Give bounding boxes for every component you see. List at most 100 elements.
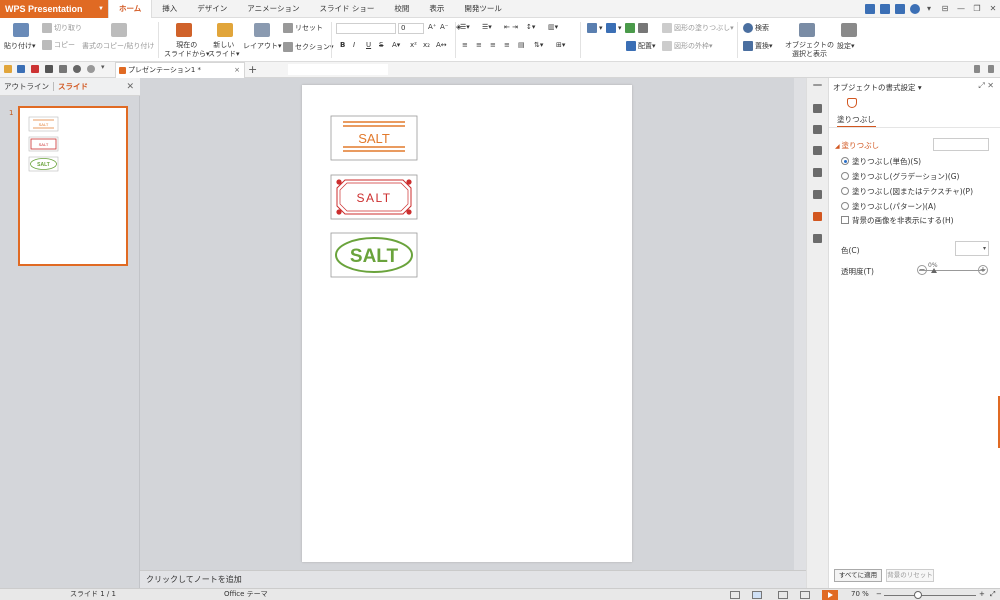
restore-layout-icon[interactable]: ⊟ [938, 2, 952, 16]
more-icon[interactable] [813, 84, 822, 86]
pane-title[interactable]: オブジェクトの書式設定 ▾ [833, 82, 922, 93]
salt-label-orange[interactable]: SALT [330, 115, 418, 161]
apply-to-all-button[interactable]: すべてに適用 [834, 569, 882, 582]
slide-thumbnail[interactable]: SALT SALT SALT [18, 106, 128, 266]
fill-option-gradient[interactable]: 塗りつぶし(グラデーション)(G) [841, 171, 959, 182]
notes-pane[interactable]: クリックしてノートを追加 [140, 570, 806, 588]
tab-home[interactable]: ホーム [108, 0, 153, 18]
help-icon[interactable] [910, 4, 920, 14]
shape-fill-button[interactable]: 図形の塗りつぶし▾ [662, 23, 734, 33]
tab-insert[interactable]: 挿入 [152, 0, 187, 18]
new-document-icon[interactable] [813, 104, 822, 113]
document-search-box[interactable] [288, 64, 388, 75]
radio-picture[interactable] [841, 187, 849, 195]
side-toggle-icon[interactable] [974, 65, 980, 73]
redo-icon[interactable] [87, 65, 95, 73]
chevron-down-icon[interactable]: ▾ [101, 63, 109, 71]
tab-slideshow[interactable]: スライド ショー [309, 0, 384, 18]
chevron-down-icon[interactable]: ▾ [922, 2, 936, 16]
numbering-button[interactable]: ☰▾ [482, 23, 492, 31]
fill-section-header[interactable]: ◢ 塗りつぶし [835, 140, 879, 151]
chat-icon[interactable] [813, 168, 822, 177]
from-current-slide-button[interactable]: 現在の スライドから▾ [164, 41, 210, 59]
print-icon[interactable] [45, 65, 53, 73]
section-button[interactable]: セクション▾ [283, 42, 334, 52]
font-name-select[interactable] [336, 23, 396, 34]
textbox-button[interactable] [638, 23, 650, 33]
vertical-scrollbar[interactable] [794, 78, 806, 570]
tab-view[interactable]: 表示 [419, 0, 454, 18]
picture-button[interactable] [625, 23, 637, 33]
open-icon[interactable] [4, 65, 12, 73]
picture-icon[interactable] [813, 234, 822, 243]
close-icon[interactable]: ✕ [986, 2, 1000, 16]
transparency-slider-thumb[interactable] [931, 268, 937, 273]
reading-view-icon[interactable] [800, 591, 810, 599]
sorter-view-icon[interactable] [778, 591, 788, 599]
fit-window-button[interactable]: ⤢ [990, 589, 996, 600]
shapes-button[interactable]: ▾ [587, 23, 603, 33]
export-icon[interactable] [31, 65, 39, 73]
radio-pattern[interactable] [841, 202, 849, 210]
distribute-button[interactable]: ▤ [518, 41, 525, 49]
color-picker[interactable]: ▾ [955, 241, 989, 256]
bold-button[interactable]: B [340, 41, 345, 49]
fill-option-solid[interactable]: 塗りつぶし(単色)(S) [841, 156, 921, 167]
shirt-icon[interactable] [880, 4, 890, 14]
char-spacing-button[interactable]: A↔ [436, 41, 447, 49]
italic-button[interactable]: I [353, 41, 355, 49]
find-button[interactable]: 検索 [743, 23, 769, 33]
indent-button[interactable]: ⇤ ⇥ [504, 23, 518, 31]
undo-icon[interactable] [73, 65, 81, 73]
tab-review[interactable]: 校閲 [384, 0, 419, 18]
shape-style-button[interactable]: ▾ [606, 23, 622, 33]
close-icon[interactable]: × [234, 63, 240, 78]
new-slide-button[interactable]: 新しい スライド▾ [208, 41, 240, 59]
align-center-button[interactable]: ≡ [476, 41, 482, 49]
zoom-out-button[interactable]: − [876, 589, 882, 600]
normal-view-icon[interactable] [752, 591, 762, 599]
new-tab-button[interactable]: + [248, 62, 257, 77]
cut-button[interactable]: 切り取り [42, 23, 82, 33]
radio-gradient[interactable] [841, 172, 849, 180]
tab-animation[interactable]: アニメーション [237, 0, 309, 18]
reset-background-button[interactable]: 背景のリセット [886, 569, 934, 582]
shrink-font-button[interactable]: A⁻ [440, 23, 448, 31]
notes-view-icon[interactable] [730, 591, 740, 599]
underline-button[interactable]: U [366, 41, 371, 49]
align-left-button[interactable]: ≡ [462, 41, 468, 49]
radio-solid[interactable] [841, 157, 849, 165]
columns-button[interactable]: ▥▾ [548, 23, 558, 31]
align-right-button[interactable]: ≡ [490, 41, 496, 49]
justify-button[interactable]: ≡ [504, 41, 510, 49]
zoom-slider[interactable] [884, 595, 976, 596]
layers-icon[interactable] [813, 146, 822, 155]
fill-option-picture[interactable]: 塗りつぶし(図またはテクスチャ)(P) [841, 186, 973, 197]
reset-button[interactable]: リセット [283, 23, 323, 33]
close-icon[interactable]: ✕ [126, 78, 134, 96]
tab-developer[interactable]: 開発ツール [454, 0, 512, 18]
layout-button[interactable]: レイアウト▾ [243, 41, 282, 51]
tab-fill[interactable]: 塗りつぶし [837, 114, 876, 128]
align-text-button[interactable]: ⊞▾ [556, 41, 565, 49]
transparency-increase-button[interactable]: + [978, 265, 988, 275]
fill-preview-box[interactable] [933, 138, 989, 151]
hide-background-checkbox[interactable] [841, 216, 849, 224]
slide-canvas[interactable]: SALT SALT SALT [302, 85, 632, 562]
salt-label-green[interactable]: SALT [330, 232, 418, 278]
grow-font-button[interactable]: A⁺ [428, 23, 436, 31]
user-icon[interactable] [895, 4, 905, 14]
zoom-level[interactable]: 70 % [851, 589, 869, 600]
tab-outline[interactable]: アウトライン [4, 82, 49, 91]
format-object-icon[interactable] [813, 212, 822, 221]
line-spacing-button[interactable]: ↕▾ [526, 23, 535, 31]
minimize-icon[interactable]: — [954, 2, 968, 16]
paste-button[interactable]: 貼り付け▾ [4, 41, 36, 51]
document-tab[interactable]: プレゼンテーション1 * × [115, 62, 245, 78]
bullets-button[interactable]: ☰▾ [460, 23, 470, 31]
salt-label-red[interactable]: SALT [330, 174, 418, 220]
transparency-decrease-button[interactable]: − [917, 265, 927, 275]
close-icon[interactable]: ✕ [987, 81, 994, 90]
fill-option-pattern[interactable]: 塗りつぶし(パターン)(A) [841, 201, 936, 212]
settings-button[interactable]: 設定▾ [837, 41, 855, 51]
